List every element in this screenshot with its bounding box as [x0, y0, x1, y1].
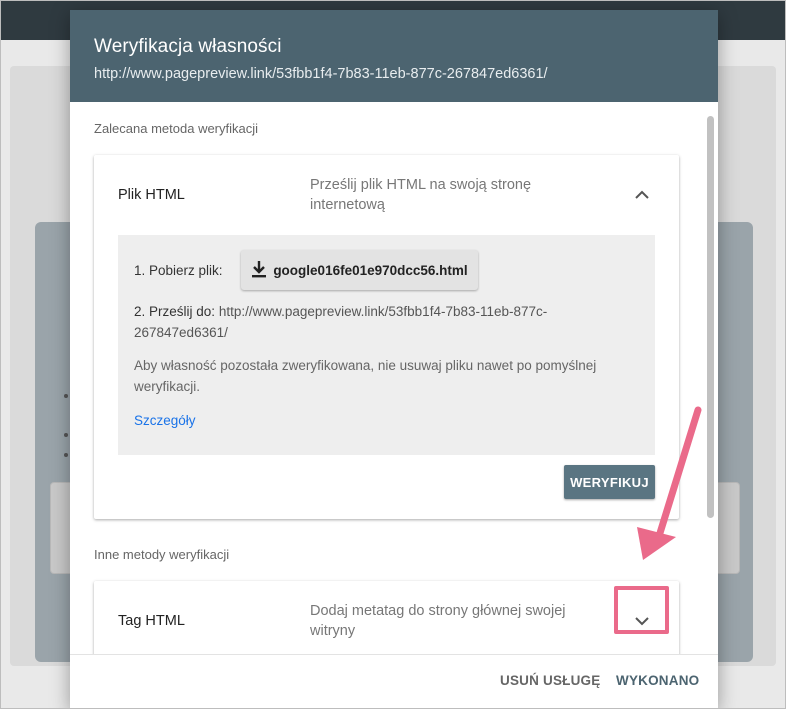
- annotation-arrow-icon: [637, 406, 702, 560]
